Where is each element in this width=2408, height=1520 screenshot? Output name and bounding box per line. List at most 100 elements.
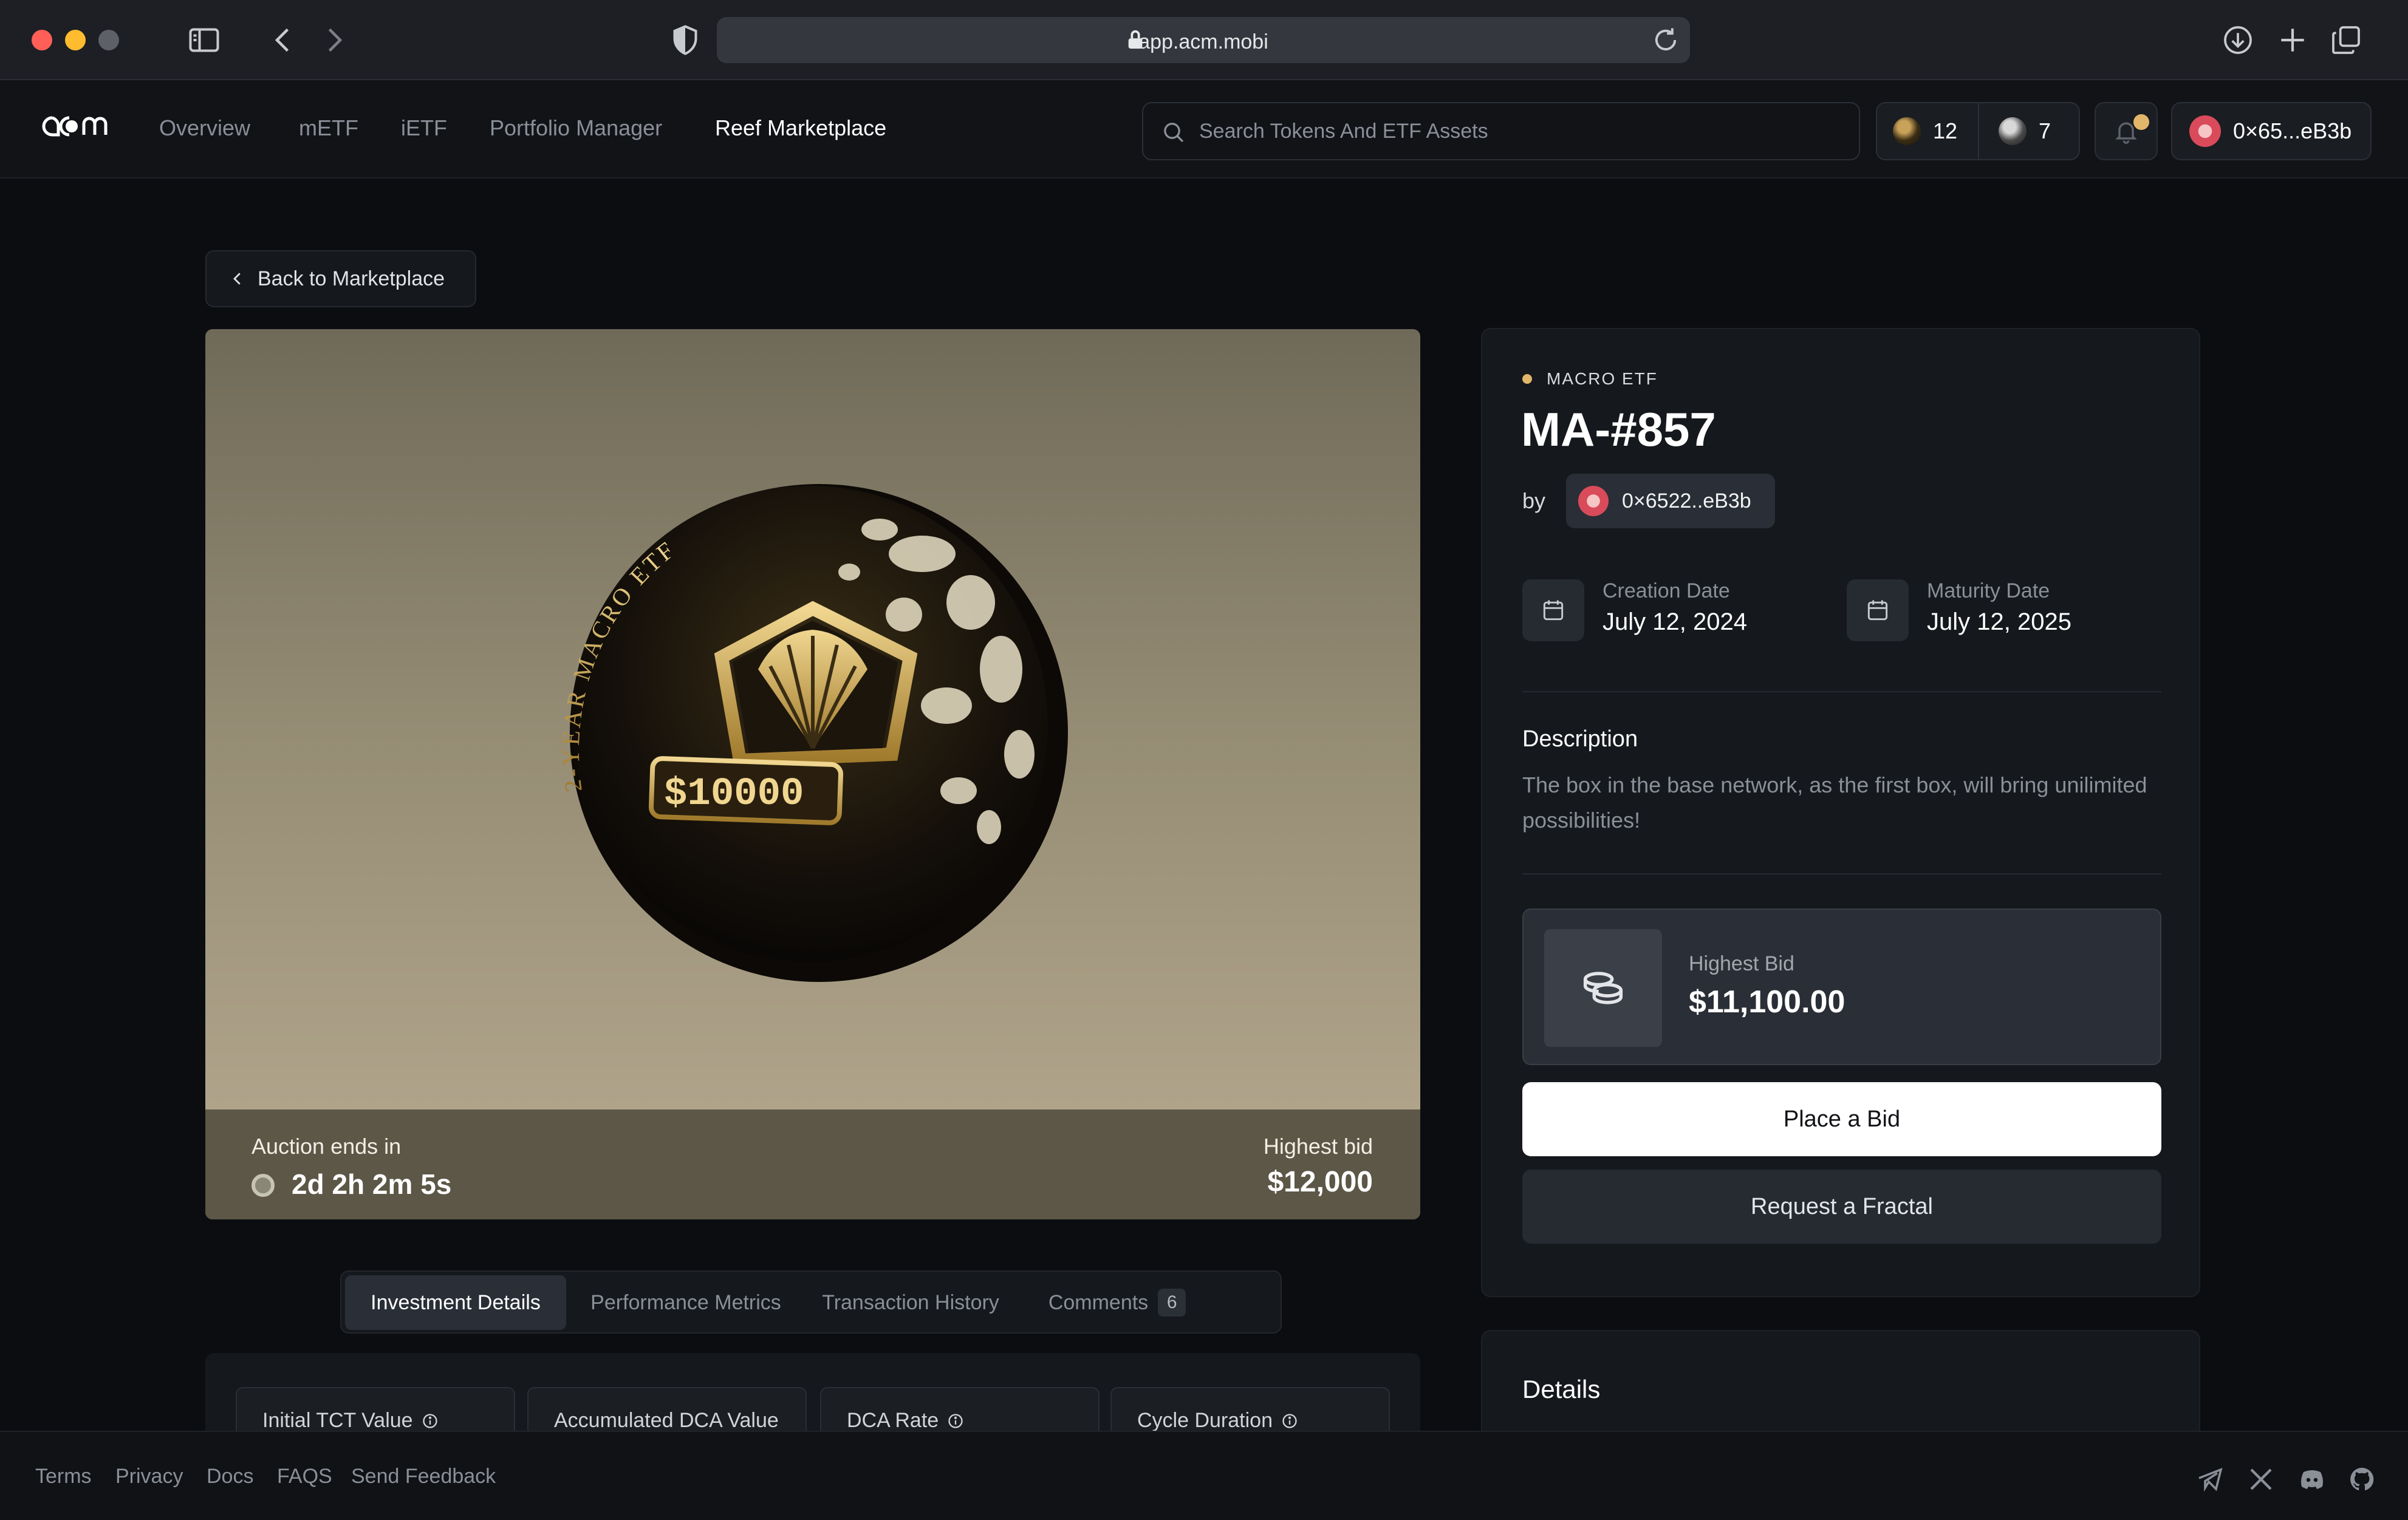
footer-send-feedback-link[interactable]: Send Feedback	[351, 1465, 496, 1488]
footer-docs-link[interactable]: Docs	[207, 1465, 253, 1488]
back-arrow-icon[interactable]	[265, 22, 301, 58]
tab-comments[interactable]: Comments 6	[1024, 1275, 1210, 1330]
info-icon[interactable]	[947, 1413, 964, 1430]
creation-date-label: Creation Date	[1602, 579, 1730, 602]
token-b-icon	[1999, 117, 2027, 145]
wallet-address: 0×65...eB3b	[2233, 118, 2352, 143]
metric-accumulated-dca-value: Accumulated DCA Value	[527, 1387, 807, 1432]
description-text: The box in the base network, as the firs…	[1522, 772, 2147, 833]
comments-count-badge: 6	[1158, 1289, 1186, 1317]
wallet-avatar	[2189, 115, 2221, 147]
auction-status-dot	[251, 1174, 275, 1197]
place-bid-button[interactable]: Place a Bid	[1522, 1082, 2161, 1156]
notification-dot	[2133, 114, 2149, 130]
search-box	[1142, 102, 1860, 160]
footer-terms-link[interactable]: Terms	[35, 1465, 92, 1488]
back-to-marketplace-button[interactable]: Back to Marketplace	[205, 250, 476, 307]
tab-transaction-history[interactable]: Transaction History	[806, 1275, 1016, 1330]
token-a-icon	[1893, 117, 1921, 145]
asset-category-tag: MACRO ETF	[1522, 369, 1658, 389]
auction-label: Auction ends in	[251, 1134, 402, 1159]
nav-ietf[interactable]: iETF	[401, 115, 447, 141]
token-a-count: 12	[1933, 118, 1958, 143]
metric-label: Accumulated DCA Value	[554, 1409, 779, 1432]
calendar-icon-box	[1522, 579, 1584, 641]
creation-date-value: July 12, 2024	[1602, 608, 1747, 635]
coins-icon-box	[1544, 929, 1662, 1047]
info-icon[interactable]	[1281, 1413, 1298, 1430]
minimize-window-button[interactable]	[65, 30, 86, 50]
metric-initial-tct-value: Initial TCT Value	[236, 1387, 515, 1432]
zoom-window-button[interactable]	[98, 30, 119, 50]
back-label: Back to Marketplace	[258, 267, 445, 290]
nav-portfolio-manager[interactable]: Portfolio Manager	[490, 115, 662, 141]
by-label: by	[1522, 488, 1546, 513]
x-icon[interactable]	[2246, 1465, 2276, 1494]
creator-chip[interactable]: 0×6522..eB3b	[1566, 474, 1775, 528]
token-a-balance[interactable]: 12	[1893, 103, 1957, 159]
metric-cycle-duration: Cycle Duration	[1110, 1387, 1390, 1432]
divider	[1522, 691, 2161, 692]
metric-label: Initial TCT Value	[262, 1409, 413, 1432]
details-panel: Details	[1481, 1330, 2200, 1432]
telegram-icon[interactable]	[2195, 1465, 2225, 1494]
detail-tabs: Investment Details Performance Metrics T…	[340, 1270, 1282, 1334]
asset-hero: 2-YEAR MACRO ETF $10000 Auction ends in …	[205, 329, 1420, 1219]
nav-reef-marketplace[interactable]: Reef Marketplace	[715, 115, 886, 141]
tab-overview-icon[interactable]	[2329, 23, 2363, 57]
url-text: app.acm.mobi	[1138, 30, 1268, 53]
token-balances: 12 7	[1876, 102, 2080, 160]
github-icon[interactable]	[2347, 1465, 2376, 1494]
new-tab-icon[interactable]	[2276, 23, 2310, 57]
tab-investment-details[interactable]: Investment Details	[345, 1275, 566, 1330]
details-title: Details	[1522, 1375, 1601, 1403]
auction-bar: Auction ends in 2d 2h 2m 5s Highest bid …	[205, 1109, 1420, 1219]
search-icon	[1164, 123, 1184, 143]
close-window-button[interactable]	[32, 30, 52, 50]
lock-icon	[1128, 30, 1143, 49]
tab-comments-label: Comments	[1048, 1290, 1149, 1314]
creator-avatar	[1578, 486, 1609, 516]
calendar-icon-box	[1847, 579, 1909, 641]
downloads-icon[interactable]	[2221, 23, 2255, 57]
info-icon[interactable]	[422, 1413, 439, 1430]
auction-countdown: 2d 2h 2m 5s	[292, 1168, 452, 1200]
token-b-balance[interactable]: 7	[1999, 103, 2051, 159]
nav-overview[interactable]: Overview	[159, 115, 250, 141]
metric-label: Cycle Duration	[1137, 1409, 1273, 1432]
metric-dca-rate: DCA Rate	[820, 1387, 1100, 1432]
browser-toolbar: app.acm.mobi	[0, 0, 2408, 80]
highest-bid-value: $12,000	[1267, 1166, 1373, 1198]
creator-address: 0×6522..eB3b	[1622, 489, 1751, 513]
calendar-icon	[1867, 600, 1888, 621]
bid-card-value: $11,100.00	[1689, 984, 1845, 1020]
metric-label: DCA Rate	[847, 1409, 939, 1432]
calendar-icon	[1543, 600, 1564, 621]
investment-details-panel: Initial TCT Value Accumulated DCA Value …	[205, 1353, 1420, 1432]
notifications-button[interactable]	[2095, 102, 2158, 160]
highest-bid-card: Highest Bid $11,100.00	[1522, 908, 2161, 1065]
footer-faqs-link[interactable]: FAQS	[277, 1465, 332, 1488]
category-label: MACRO ETF	[1547, 369, 1658, 388]
wallet-button[interactable]: 0×65...eB3b	[2171, 102, 2372, 160]
sidebar-toggle-icon[interactable]	[186, 22, 222, 58]
acm-logo[interactable]: acm	[34, 108, 117, 145]
app-footer: Terms Privacy Docs FAQS Send Feedback	[0, 1431, 2408, 1520]
pill-divider	[1978, 103, 1979, 159]
address-bar[interactable]: app.acm.mobi	[717, 17, 1690, 63]
request-fractal-button[interactable]: Request a Fractal	[1522, 1170, 2161, 1244]
privacy-shield-icon[interactable]	[667, 22, 703, 58]
etf-coin-image: 2-YEAR MACRO ETF $10000	[557, 484, 1068, 982]
discord-icon[interactable]	[2297, 1465, 2327, 1494]
token-b-count: 7	[2039, 118, 2051, 143]
app-navbar: acm Overview mETF iETF Portfolio Manager…	[0, 80, 2408, 179]
coin-display-text: $10000	[664, 772, 804, 816]
maturity-date-label: Maturity Date	[1927, 579, 2050, 602]
tab-performance-metrics[interactable]: Performance Metrics	[575, 1275, 797, 1330]
reload-icon[interactable]	[1650, 24, 1681, 56]
forward-arrow-icon[interactable]	[316, 22, 352, 58]
footer-privacy-link[interactable]: Privacy	[115, 1465, 183, 1488]
description-label: Description	[1522, 726, 1638, 752]
nav-metf[interactable]: mETF	[299, 115, 358, 141]
search-input[interactable]	[1199, 103, 1843, 159]
